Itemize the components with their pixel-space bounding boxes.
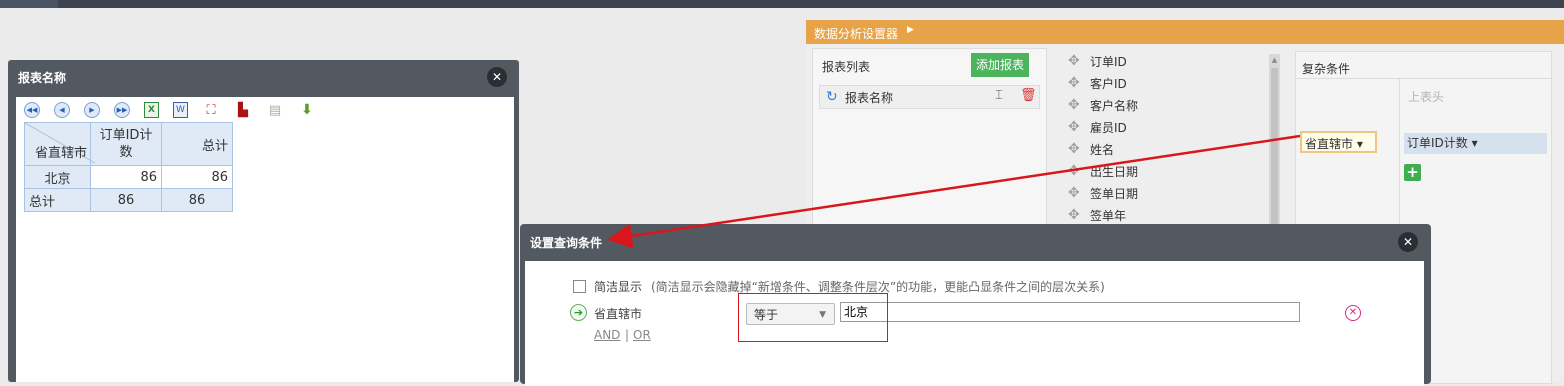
upper-header-placeholder: 上表头 [1408,90,1445,104]
field-label: 出生日期 [1090,164,1139,179]
simple-display-checkbox[interactable] [573,280,586,293]
drag-handle-icon[interactable]: ✥ [1068,141,1090,157]
simple-display-label[interactable]: 简洁显示 [594,278,642,295]
field-label: 签单日期 [1090,186,1139,201]
total-count: 86 [90,188,162,212]
top-bar [0,0,1564,8]
query-condition-dialog: 设置查询条件 ✕ 简洁显示 (简洁显示会隐藏掉“新增条件、调整条件层次”的功能，… [520,224,1431,386]
and-link[interactable]: AND [594,328,620,342]
report-close-button[interactable]: ✕ [487,67,507,87]
field-label: 雇员ID [1090,120,1127,135]
value-field-chip[interactable]: 订单ID计数 ▾ [1404,133,1547,154]
edit-icon[interactable]: ⌶ [995,88,1003,103]
field-item[interactable]: ✥ 客户ID [1068,72,1138,94]
prev-page-icon[interactable]: ◀ [54,102,70,118]
drag-handle-icon[interactable]: ✥ [1068,53,1090,69]
condition-value-input[interactable] [840,302,1300,322]
designer-title: 数据分析设置器 [814,27,899,41]
field-label: 订单ID [1090,54,1127,69]
and-or-separator: | [625,328,630,342]
annotation-highlight-box [738,293,888,342]
row-field-chip[interactable]: 省直辖市 ▾ [1300,131,1377,153]
export-pdf-icon[interactable]: ⛶ [202,102,220,118]
designer-header: 数据分析设置器 ▶ [806,20,1564,44]
field-label: 客户ID [1090,76,1127,91]
table-total-row: 总计 86 86 [24,188,233,212]
report-body: ◀◀ ◀ ▶ ▶▶ X W ⛶ ▙ ▤ ⬇ 省直辖市 订单ID计数 总计 北京 … [16,97,514,382]
cell-count: 86 [90,165,162,189]
report-item-label[interactable]: 报表名称 [845,89,893,106]
table-row: 北京 86 86 [24,165,233,189]
list-item[interactable]: ↻ 报表名称 ⌶ 🗑 [819,85,1040,109]
drag-handle-icon[interactable]: ✥ [1068,185,1090,201]
field-label: 姓名 [1090,142,1115,157]
condition-field-name: 省直辖市 [594,307,643,321]
report-list-title: 报表列表 [822,60,871,74]
field-item[interactable]: ✥ 姓名 [1068,138,1138,160]
column-header-total: 总计 [161,122,233,166]
remove-condition-icon[interactable]: ✕ [1345,305,1361,321]
complex-condition-title: 复杂条件 [1302,62,1351,76]
print-icon[interactable]: ▙ [234,102,252,118]
divider [1296,78,1551,79]
field-item[interactable]: ✥ 雇员ID [1068,116,1138,138]
report-window: 报表名称 ✕ ◀◀ ◀ ▶ ▶▶ X W ⛶ ▙ ▤ ⬇ 省直辖市 订单ID计数… [8,60,519,382]
add-report-button[interactable]: 添加报表 [971,53,1029,77]
first-page-icon[interactable]: ◀◀ [24,102,40,118]
drag-handle-icon[interactable]: ✥ [1068,97,1090,113]
refresh-icon[interactable]: ↻ [826,89,838,105]
condition-arrow-icon[interactable]: ➔ [570,304,587,321]
download-icon[interactable]: ⬇ [298,102,316,118]
column-header-count: 订单ID计数 [90,122,162,166]
report-toolbar: ◀◀ ◀ ▶ ▶▶ X W ⛶ ▙ ▤ ⬇ [24,101,316,119]
export-word-icon[interactable]: W [173,102,188,118]
table-header-row: 省直辖市 订单ID计数 总计 [24,122,233,166]
field-label: 客户名称 [1090,98,1139,113]
row-label-beijing: 北京 [24,165,91,189]
field-item[interactable]: ✥ 订单ID [1068,50,1138,72]
page-setup-icon[interactable]: ▤ [266,102,284,118]
last-page-icon[interactable]: ▶▶ [114,102,130,118]
total-total: 86 [161,188,233,212]
report-window-title: 报表名称 [18,71,67,85]
drag-handle-icon[interactable]: ✥ [1068,75,1090,91]
field-item[interactable]: ✥ 签单日期 [1068,182,1138,204]
add-value-button[interactable]: + [1404,164,1421,181]
corner-label: 省直辖市 [34,146,87,161]
query-close-button[interactable]: ✕ [1398,232,1418,252]
drag-handle-icon[interactable]: ✥ [1068,119,1090,135]
export-excel-icon[interactable]: X [144,102,159,118]
total-row-label: 总计 [24,188,91,212]
corner-header-cell: 省直辖市 [24,122,95,166]
cell-total: 86 [161,165,233,189]
field-item[interactable]: ✥ 客户名称 [1068,94,1138,116]
drag-handle-icon[interactable]: ✥ [1068,207,1090,223]
field-item[interactable]: ✥ 签单年 [1068,204,1138,226]
or-link[interactable]: OR [633,328,651,342]
drag-handle-icon[interactable]: ✥ [1068,163,1090,179]
expand-arrow-icon[interactable]: ▶ [907,25,914,35]
report-table: 省直辖市 订单ID计数 总计 北京 86 86 总计 86 86 [24,122,233,212]
top-bar-left-segment [0,0,58,8]
query-dialog-body: 简洁显示 (简洁显示会隐藏掉“新增条件、调整条件层次”的功能，更能凸显条件之间的… [525,261,1424,386]
scroll-up-icon[interactable]: ▲ [1269,54,1280,66]
field-item[interactable]: ✥ 出生日期 [1068,160,1138,182]
query-dialog-title: 设置查询条件 [530,236,603,250]
field-label: 签单年 [1090,208,1127,223]
next-page-icon[interactable]: ▶ [84,102,100,118]
trash-icon[interactable]: 🗑 [1020,88,1037,103]
